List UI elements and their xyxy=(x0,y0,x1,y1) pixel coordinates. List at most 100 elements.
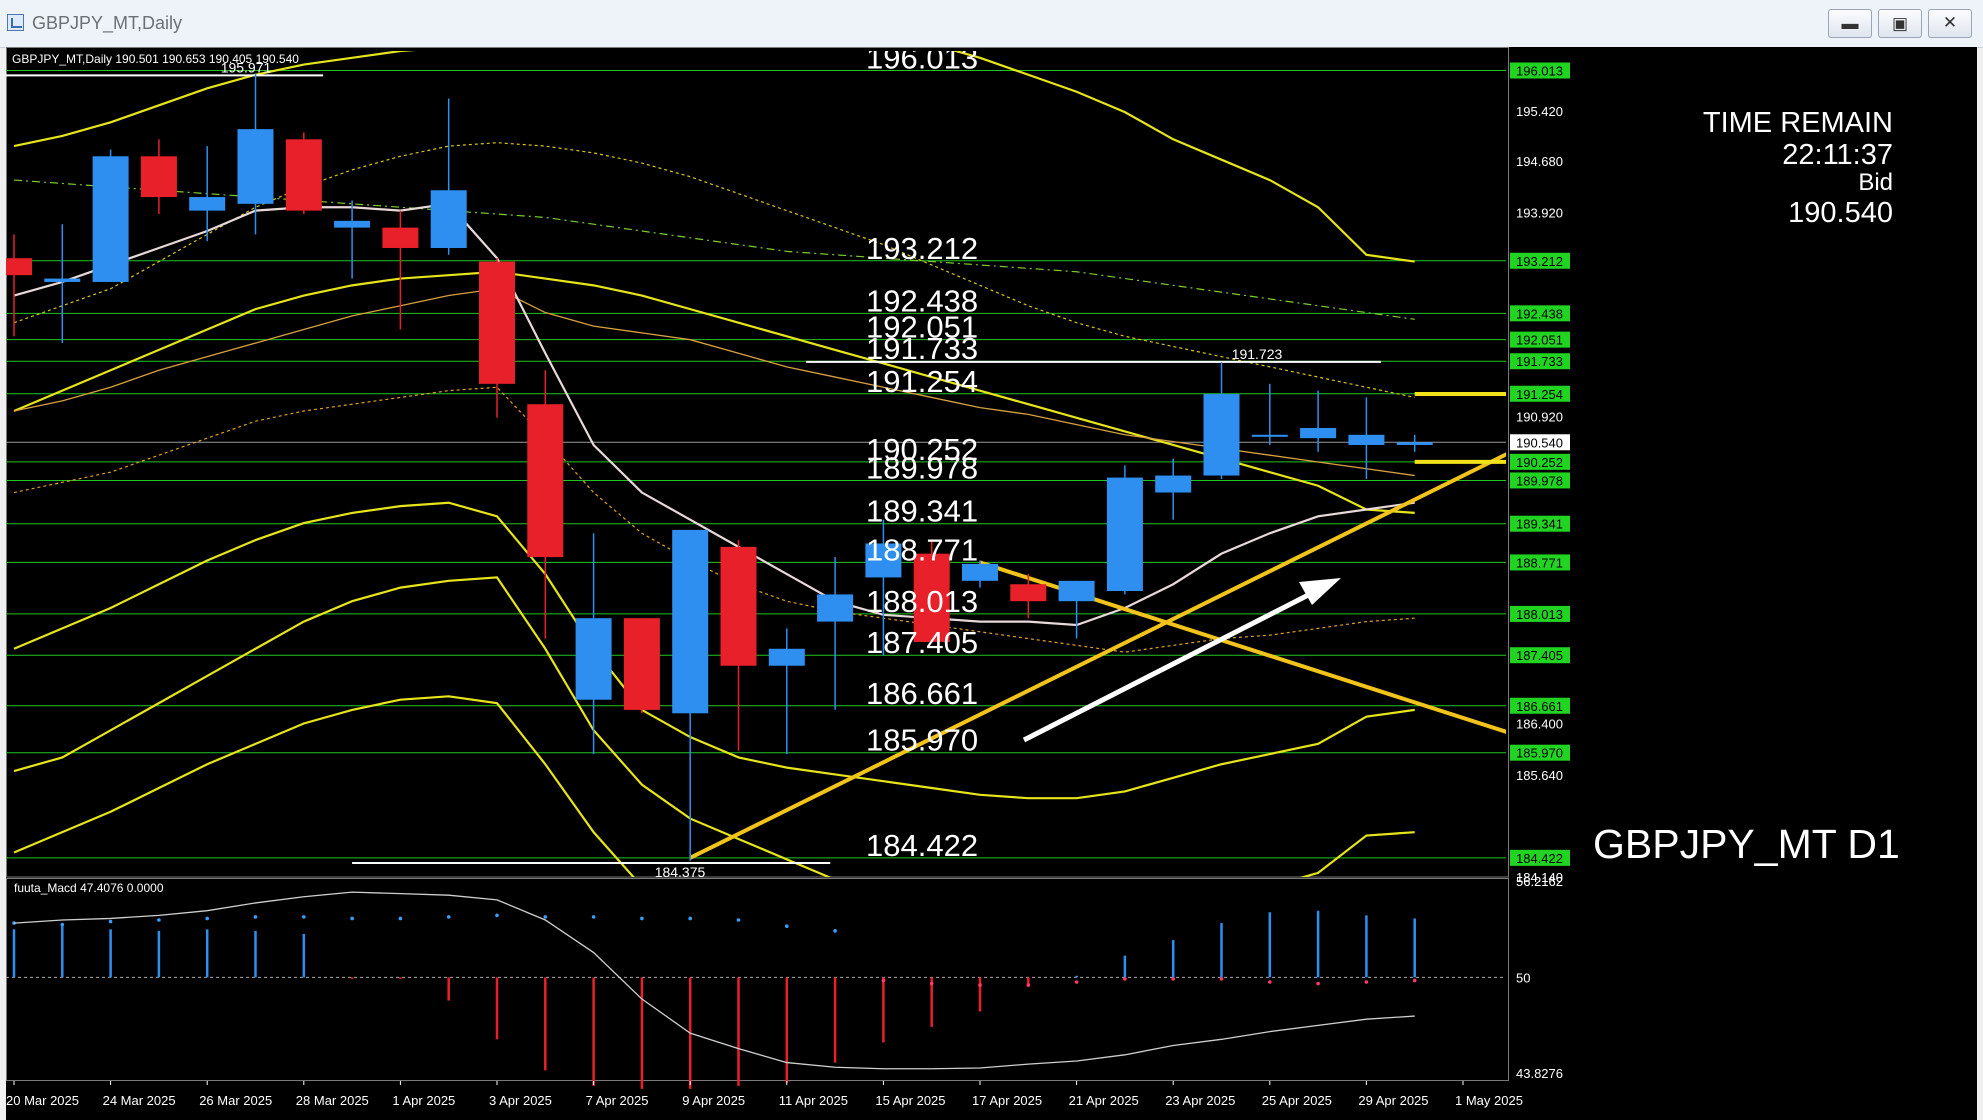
macd-signal-dot xyxy=(60,922,65,927)
chart-open: 190.501 xyxy=(115,52,159,66)
macd-signal-dot xyxy=(495,913,499,918)
axis-level-badge: 189.341 xyxy=(1510,515,1570,532)
chart-level-label: 184.422 xyxy=(866,828,978,863)
axis-level-badge: 184.422 xyxy=(1510,849,1570,866)
time-remain-value: 22:11:37 xyxy=(1782,139,1893,171)
date-axis-tick: 7 Apr 2025 xyxy=(586,1093,649,1108)
macd-signal-dot xyxy=(446,915,451,919)
macd-signal-dot xyxy=(833,929,837,933)
axis-level-badge: 190.252 xyxy=(1510,453,1570,470)
candle-body xyxy=(672,529,709,714)
candle-body xyxy=(92,156,129,282)
candle xyxy=(334,200,371,279)
chart-level-label: 189.978 xyxy=(866,450,978,485)
macd-signal-dot xyxy=(398,916,403,921)
price-chart[interactable]: 196.013193.212192.438192.051191.733191.2… xyxy=(6,47,1977,1120)
macd-panel-border xyxy=(6,878,1509,1081)
current-price-badge-text: 190.540 xyxy=(1516,435,1563,450)
macd-signal-dot xyxy=(1123,977,1127,981)
candle-body xyxy=(1251,434,1288,437)
macd-signal-dot xyxy=(1219,977,1224,981)
bid-value: 190.540 xyxy=(1788,197,1893,229)
macd-signal-line xyxy=(13,891,1415,1070)
macd-axis-tick: 50 xyxy=(1516,970,1530,985)
axis-level-badge-text: 193.212 xyxy=(1516,254,1563,269)
time-remain-panel: TIME REMAIN 22:11:37 Bid 190.540 xyxy=(1703,107,1893,231)
axis-level-badge-text: 190.252 xyxy=(1516,455,1563,470)
band-upper-outer-line xyxy=(13,51,1415,263)
axis-level-badge: 188.013 xyxy=(1510,605,1570,622)
resistance-trendline xyxy=(979,560,1506,734)
chart-level-label: 191.733 xyxy=(866,331,978,366)
chart-level-label: 188.771 xyxy=(866,532,978,567)
macd-signal-dot xyxy=(253,915,258,919)
axis-level-badge-text: 191.254 xyxy=(1516,387,1563,402)
axis-level-badge: 185.970 xyxy=(1510,744,1570,761)
candle-body xyxy=(285,139,322,211)
date-axis-tick: 9 Apr 2025 xyxy=(682,1093,745,1108)
candle-body xyxy=(237,129,274,204)
macd-header: fuuta_Macd 47.4076 0.0000 xyxy=(14,881,164,895)
candle-body xyxy=(1155,475,1192,493)
axis-level-badge-text: 191.733 xyxy=(1516,354,1563,369)
candle-body xyxy=(6,258,32,276)
macd-signal-dot xyxy=(1268,980,1272,984)
candle xyxy=(1155,458,1192,520)
macd-axis-tick: 43.8276 xyxy=(1516,1066,1563,1081)
chart-level-label: 187.405 xyxy=(866,625,978,660)
macd-signal-dot xyxy=(736,918,741,922)
candle-body xyxy=(720,546,757,666)
candle xyxy=(1251,383,1288,445)
axis-level-badge-text: 192.438 xyxy=(1516,306,1563,321)
macd-layer xyxy=(6,891,1506,1089)
low-marker-label: 184.375 xyxy=(655,864,706,880)
candle xyxy=(189,146,226,242)
candle xyxy=(285,132,322,215)
candle-body xyxy=(430,190,467,248)
macd-signal-dot xyxy=(929,981,934,986)
macd-signal-dot xyxy=(978,983,982,987)
date-axis-tick: 25 Apr 2025 xyxy=(1262,1093,1332,1108)
axis-level-badge-text: 192.051 xyxy=(1516,333,1563,348)
axis-level-badge-text: 188.013 xyxy=(1516,607,1563,622)
axis-level-badge: 188.771 xyxy=(1510,554,1570,571)
date-axis-tick: 28 Mar 2025 xyxy=(296,1093,369,1108)
minimize-button[interactable]: ▬ xyxy=(1828,9,1872,38)
chart-low: 190.405 xyxy=(208,52,253,66)
date-axis-tick: 15 Apr 2025 xyxy=(875,1093,945,1108)
price-axis-tick: 195.420 xyxy=(1516,104,1563,119)
axis-level-badge-text: 185.970 xyxy=(1516,746,1563,761)
symbol-watermark: GBPJPY_MT D1 xyxy=(1593,821,1900,867)
chart-level-label: 188.013 xyxy=(866,584,978,619)
candle-body xyxy=(44,278,81,282)
candle xyxy=(575,533,612,755)
chart-level-label: 189.341 xyxy=(866,494,978,529)
axis-level-badge: 186.661 xyxy=(1510,697,1570,714)
close-button[interactable]: ✕ xyxy=(1928,9,1972,38)
macd-signal-dot xyxy=(157,918,161,922)
macd-signal-dot xyxy=(785,924,789,928)
candle xyxy=(1396,434,1433,452)
restore-button[interactable]: ▣ xyxy=(1878,9,1922,38)
candle xyxy=(527,370,564,639)
candle-body xyxy=(768,648,805,666)
current-price-badge: 190.540 xyxy=(1510,434,1570,451)
axis-level-badge-text: 196.013 xyxy=(1516,63,1563,78)
candle-body xyxy=(1058,580,1095,602)
candle xyxy=(430,98,467,255)
price-axis-tick: 194.680 xyxy=(1516,154,1563,169)
candle-body xyxy=(1396,442,1433,445)
date-axis-tick: 1 Apr 2025 xyxy=(392,1093,455,1108)
date-axis-tick: 23 Apr 2025 xyxy=(1165,1093,1235,1108)
price-axis-tick: 185.640 xyxy=(1516,768,1563,783)
candle xyxy=(1203,362,1240,479)
candle-body xyxy=(479,261,515,384)
axis-level-badge: 187.405 xyxy=(1510,647,1570,664)
chart-level-label: 191.254 xyxy=(866,364,978,399)
candle-body xyxy=(140,156,177,198)
band-upper-inner-line xyxy=(13,270,1415,515)
macd-signal-dot xyxy=(1026,983,1031,987)
chart-level-label: 185.970 xyxy=(866,723,978,758)
macd-axis-tick: 56.2162 xyxy=(1516,874,1563,889)
macd-signal-dot xyxy=(543,915,548,919)
